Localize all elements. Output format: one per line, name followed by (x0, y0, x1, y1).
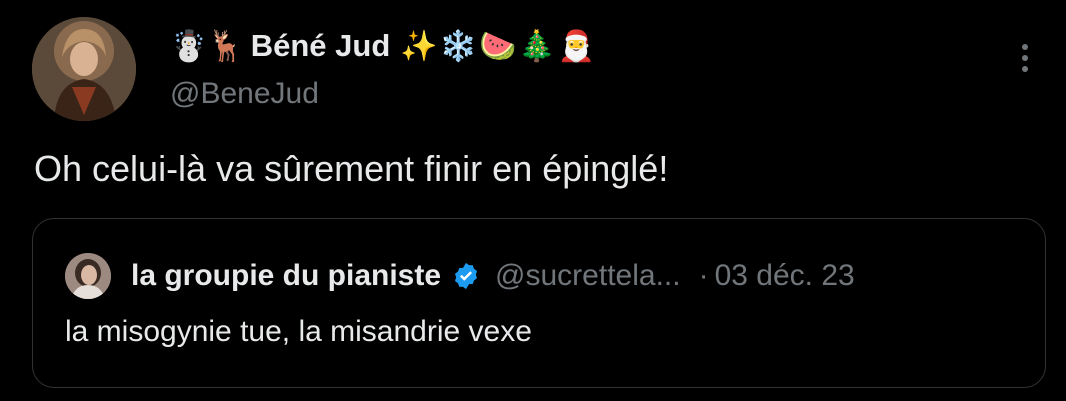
more-options-icon (1022, 44, 1028, 50)
quoted-tweet-date[interactable]: 03 déc. 23 (715, 259, 855, 293)
quoted-author-name[interactable]: la groupie du pianiste (131, 259, 441, 293)
author-avatar[interactable] (32, 17, 136, 121)
author-avatar-image (32, 17, 136, 121)
quoted-author-avatar[interactable] (65, 253, 111, 299)
tweet-text: Oh celui-là va sûrement finir en épinglé… (34, 148, 669, 189)
more-options-icon-dot (1022, 55, 1028, 61)
author-name-row[interactable]: ☃️🦌 Béné Jud ✨❄️🍉🎄🎅 (170, 22, 1006, 70)
more-options-button[interactable] (1010, 38, 1040, 78)
quoted-separator: · (698, 259, 709, 292)
quoted-tweet-card[interactable]: la groupie du pianiste @sucrettela... · … (32, 218, 1046, 388)
more-options-icon-dot (1022, 66, 1028, 72)
author-name-emoji-lead: ☃️🦌 (170, 28, 245, 64)
tweet-header: ☃️🦌 Béné Jud ✨❄️🍉🎄🎅 @BeneJud (170, 22, 1006, 114)
author-handle[interactable]: @BeneJud (170, 74, 1006, 114)
quoted-author-handle[interactable]: @sucrettela... (495, 259, 681, 293)
quoted-tweet-text: la misogynie tue, la misandrie vexe (65, 315, 532, 348)
author-display-name[interactable]: Béné Jud (251, 28, 391, 64)
tweet: ☃️🦌 Béné Jud ✨❄️🍉🎄🎅 @BeneJud Oh celui-là… (0, 0, 1066, 401)
author-name-emoji-trail: ✨❄️🍉🎄🎅 (400, 28, 598, 64)
verified-badge-icon (455, 262, 478, 290)
quoted-author-avatar-image (65, 253, 111, 299)
quoted-tweet-header: la groupie du pianiste @sucrettela... · … (131, 253, 855, 299)
